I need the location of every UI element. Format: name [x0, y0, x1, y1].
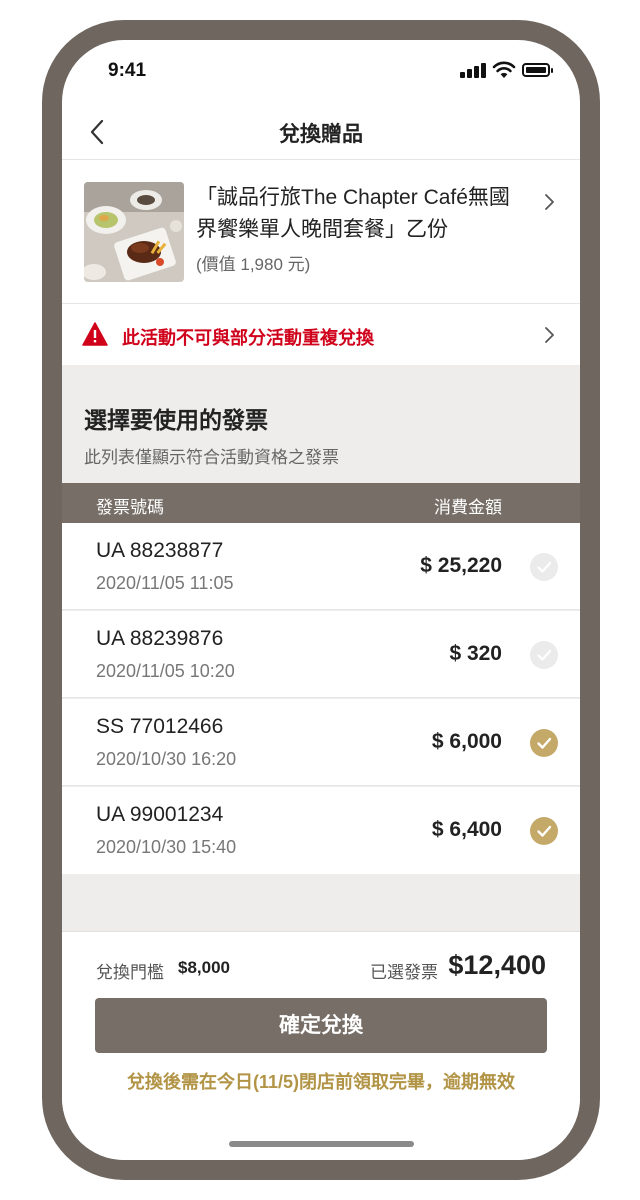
warning-row[interactable]: 此活動不可與部分活動重複兌換	[62, 304, 580, 365]
status-bar: 9:41	[62, 40, 580, 104]
warning-icon	[82, 322, 108, 346]
confirm-button[interactable]: 確定兌換	[95, 998, 547, 1053]
section-subtitle: 此列表僅顯示符合活動資格之發票	[84, 448, 339, 467]
invoice-datetime: 2020/11/05 10:20	[96, 661, 235, 681]
check-circle-icon[interactable]	[530, 641, 558, 669]
threshold-value: $8,000	[178, 958, 230, 977]
invoice-amount: $ 320	[449, 642, 502, 665]
invoice-section: 選擇要使用的發票 此列表僅顯示符合活動資格之發票 發票號碼 消費金額 UA 88…	[62, 365, 580, 931]
invoice-amount: $ 25,220	[420, 554, 502, 577]
invoice-number: UA 99001234	[96, 803, 224, 826]
invoice-number: UA 88239876	[96, 627, 224, 650]
gift-image	[84, 182, 184, 282]
gift-card[interactable]: 「誠品行旅The Chapter Café無國界饗樂單人晚間套餐」乙份 (價值 …	[62, 160, 580, 304]
warning-text: 此活動不可與部分活動重複兌換	[122, 328, 374, 348]
table-header: 發票號碼 消費金額	[62, 483, 580, 523]
home-indicator[interactable]	[229, 1141, 414, 1147]
invoice-datetime: 2020/10/30 16:20	[96, 749, 237, 769]
nav-bar: 兌換贈品	[62, 104, 580, 160]
invoice-amount: $ 6,000	[431, 730, 502, 753]
section-title: 選擇要使用的發票	[84, 407, 268, 433]
column-header-amount: 消費金額	[434, 498, 502, 517]
status-time: 9:41	[108, 60, 147, 81]
invoice-row[interactable]: UA 99001234 2020/10/30 15:40 $ 6,400	[62, 787, 580, 874]
gift-title: 「誠品行旅The Chapter Café無國界饗樂單人晚間套餐」乙份	[196, 186, 510, 241]
check-circle-icon[interactable]	[530, 553, 558, 581]
check-circle-icon[interactable]	[530, 729, 558, 757]
invoice-amount: $ 6,400	[431, 818, 502, 841]
selected-label: 已選發票	[370, 963, 438, 982]
invoice-row[interactable]: UA 88239876 2020/11/05 10:20 $ 320	[62, 611, 580, 698]
page-title: 兌換贈品	[279, 123, 363, 146]
invoice-datetime: 2020/10/30 15:40	[96, 837, 237, 857]
invoice-row[interactable]: SS 77012466 2020/10/30 16:20 $ 6,000	[62, 699, 580, 786]
pickup-notice: 兌換後需在今日(11/5)閉店前領取完畢，逾期無效	[126, 1072, 516, 1092]
check-circle-icon[interactable]	[530, 817, 558, 845]
invoice-datetime: 2020/11/05 11:05	[96, 573, 234, 593]
invoice-number: SS 77012466	[96, 715, 224, 738]
column-header-invoice: 發票號碼	[96, 498, 164, 517]
footer: 兌換門檻 $8,000 已選發票 $12,400 確定兌換 兌換後需在今日(11…	[62, 931, 580, 1160]
screen: 9:41 兌換贈品 「誠品行旅The Chapter Café無國界饗樂單人晚間…	[62, 40, 580, 1160]
invoice-number: UA 88238877	[96, 539, 224, 562]
chevron-right-icon	[545, 327, 554, 343]
signal-icon	[460, 62, 486, 78]
chevron-right-icon	[545, 194, 554, 210]
battery-icon	[522, 63, 553, 77]
status-icons	[460, 61, 560, 80]
gift-value: (價值 1,980 元)	[196, 255, 311, 274]
invoice-row[interactable]: UA 88238877 2020/11/05 11:05 $ 25,220	[62, 523, 580, 610]
wifi-icon	[492, 61, 516, 78]
selected-total: $12,400	[448, 950, 546, 980]
threshold-label: 兌換門檻	[96, 963, 164, 982]
